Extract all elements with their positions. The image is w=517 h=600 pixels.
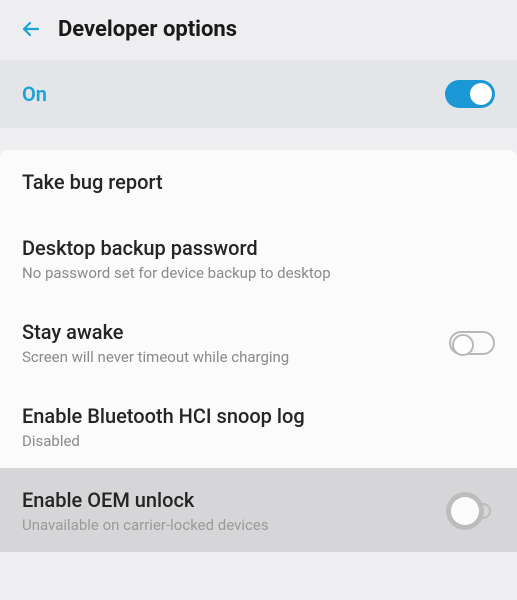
page-title: Developer options	[58, 17, 237, 42]
item-title: Desktop backup password	[22, 236, 495, 260]
item-subtitle: Unavailable on carrier-locked devices	[22, 516, 435, 534]
master-toggle-row[interactable]: On	[0, 60, 517, 128]
item-bluetooth-hci-snoop[interactable]: Enable Bluetooth HCI snoop log Disabled	[0, 384, 517, 468]
item-stay-awake[interactable]: Stay awake Screen will never timeout whi…	[0, 300, 517, 384]
item-subtitle: Screen will never timeout while charging	[22, 348, 437, 366]
item-subtitle: No password set for device backup to des…	[22, 264, 495, 282]
item-title: Take bug report	[22, 170, 495, 194]
item-title: Stay awake	[22, 320, 437, 344]
item-text: Enable OEM unlock Unavailable on carrier…	[22, 488, 435, 534]
item-enable-oem-unlock[interactable]: Enable OEM unlock Unavailable on carrier…	[0, 468, 517, 552]
item-text: Stay awake Screen will never timeout whi…	[22, 320, 437, 366]
settings-list: Take bug report Desktop backup password …	[0, 150, 517, 552]
item-title: Enable OEM unlock	[22, 488, 435, 512]
stay-awake-switch[interactable]	[449, 331, 495, 355]
item-subtitle: Disabled	[22, 432, 495, 450]
oem-unlock-switch	[447, 495, 495, 527]
back-icon[interactable]	[18, 16, 44, 42]
item-desktop-backup-password[interactable]: Desktop backup password No password set …	[0, 216, 517, 300]
item-text: Take bug report	[22, 170, 495, 198]
master-toggle-switch[interactable]	[445, 80, 495, 108]
app-header: Developer options	[0, 0, 517, 60]
master-toggle-label: On	[22, 82, 47, 106]
item-take-bug-report[interactable]: Take bug report	[0, 150, 517, 216]
item-title: Enable Bluetooth HCI snoop log	[22, 404, 495, 428]
item-text: Enable Bluetooth HCI snoop log Disabled	[22, 404, 495, 450]
item-text: Desktop backup password No password set …	[22, 236, 495, 282]
